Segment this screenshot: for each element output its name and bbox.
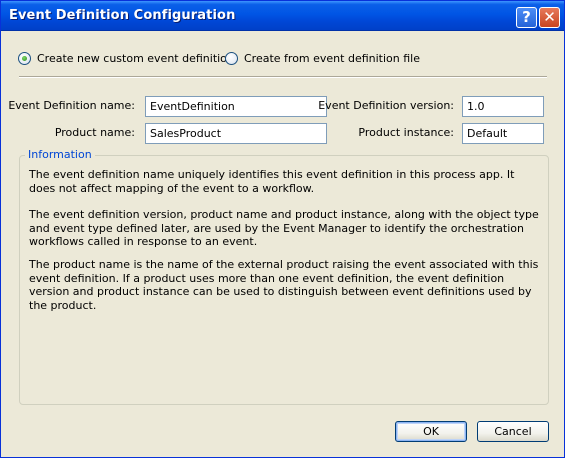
- ok-button[interactable]: OK: [395, 421, 467, 442]
- product-name-field[interactable]: SalesProduct: [145, 123, 327, 144]
- cancel-button[interactable]: Cancel: [477, 421, 549, 442]
- help-icon: ?: [522, 8, 531, 26]
- radio-create-new-label[interactable]: Create new custom event definition: [37, 52, 234, 65]
- dialog-window: Event Definition Configuration ? ✕ Creat…: [0, 0, 565, 458]
- product-instance-field[interactable]: Default: [462, 123, 544, 144]
- event-name-field[interactable]: EventDefinition: [145, 96, 327, 117]
- information-paragraph-1: The event definition name uniquely ident…: [29, 168, 515, 195]
- event-version-field[interactable]: 1.0: [462, 96, 544, 117]
- title-bar[interactable]: Event Definition Configuration ? ✕: [1, 1, 564, 31]
- radio-button-checked[interactable]: [18, 51, 31, 65]
- close-icon: ✕: [543, 8, 556, 26]
- help-button[interactable]: ?: [516, 7, 537, 28]
- information-paragraph-2: The event definition version, product na…: [29, 208, 539, 248]
- product-instance-label: Product instance:: [358, 126, 454, 139]
- information-group-title: Information: [25, 148, 95, 161]
- event-name-label: Event Definition name:: [8, 99, 135, 112]
- event-version-label: Event Definition version:: [318, 99, 454, 112]
- close-button[interactable]: ✕: [539, 7, 560, 28]
- radio-create-from-file[interactable]: Create from event definition file: [225, 49, 420, 67]
- radio-button-unchecked[interactable]: [225, 51, 238, 65]
- radio-create-from-file-label[interactable]: Create from event definition file: [244, 52, 420, 65]
- product-name-label: Product name:: [54, 126, 135, 139]
- radio-create-new[interactable]: Create new custom event definition: [18, 49, 234, 67]
- information-paragraph-3: The product name is the name of the exte…: [29, 258, 539, 312]
- window-title: Event Definition Configuration: [9, 8, 236, 23]
- separator: [19, 76, 547, 78]
